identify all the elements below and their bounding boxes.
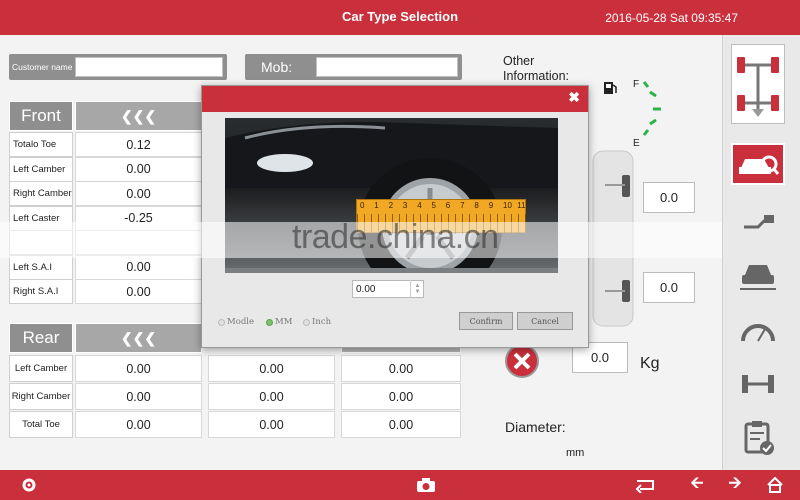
front-value-cell: 0.00 — [75, 156, 202, 182]
option-modle-label: Modle — [227, 317, 255, 327]
option-inch-label: Inch — [312, 317, 332, 327]
arrow-right-icon[interactable]: 🡪 — [724, 475, 746, 495]
front-right-value: 0.0 — [643, 182, 695, 213]
rear-value-cell: 0.00 — [341, 411, 461, 438]
rear-value-cell: 0.00 — [208, 355, 335, 382]
front-row-label: Totalo Toe — [9, 132, 73, 157]
front-column-header[interactable]: ❮❮❮ — [75, 101, 202, 131]
ruler-number: 2 — [388, 201, 394, 210]
delete-icon[interactable] — [498, 343, 546, 379]
rear-row-label: Right Camber — [9, 383, 73, 410]
option-modle[interactable]: Modle — [218, 317, 254, 327]
axle-icon[interactable] — [731, 363, 785, 405]
bottom-toolbar: 🡨 🡪 — [0, 470, 800, 500]
watermark: trade.china.cn — [292, 218, 499, 256]
rear-right-value: 0.0 — [643, 272, 695, 303]
front-row-label: Right S.A.I — [9, 279, 73, 304]
customer-name-input[interactable] — [75, 57, 223, 77]
mob-label: Mob: — [261, 59, 293, 75]
front-row-label: Left S.A.I — [9, 254, 73, 280]
clipboard-check-icon[interactable] — [731, 417, 785, 459]
option-mm-label: MM — [275, 317, 293, 327]
title-bar: Car Type Selection 2016-05-28 Sat 09:35:… — [0, 0, 800, 35]
ruler-number: 7 — [460, 201, 465, 210]
rear-value-cell: 0.00 — [75, 383, 202, 410]
arrow-left-icon[interactable]: 🡨 — [686, 475, 708, 495]
rear-value-cell: 0.00 — [208, 411, 335, 438]
front-row-label: Left Camber — [9, 156, 73, 182]
rear-value-cell: 0.00 — [75, 411, 202, 438]
return-icon[interactable] — [632, 475, 658, 495]
rear-value-cell: 0.00 — [208, 383, 335, 410]
front-value-cell: 0.00 — [75, 181, 202, 206]
double-chevron-left-icon: ❮❮❮ — [120, 329, 157, 346]
diameter-label: Diameter: — [505, 419, 566, 435]
front-value-cell: 0.00 — [75, 279, 202, 304]
dialog-header: ✖ — [202, 86, 588, 112]
ruler-number: 5 — [431, 201, 436, 210]
ruler-number: 11 — [517, 201, 526, 210]
sidebar — [722, 35, 800, 470]
car-search-icon[interactable] — [731, 143, 785, 185]
mob-group: Mob: — [245, 54, 462, 80]
stepper-down-icon[interactable]: ▼ — [415, 289, 421, 295]
ruler-number: 1 — [374, 201, 379, 210]
rear-column-header[interactable]: ❮❮❮ — [75, 323, 202, 353]
camera-icon[interactable] — [414, 475, 438, 495]
rear-value-cell: 0.00 — [75, 355, 202, 382]
rear-value-cell: 0.00 — [341, 355, 461, 382]
rear-row-label: Total Toe — [9, 411, 73, 438]
diameter-unit: mm — [566, 447, 585, 459]
ruler-number: 10 — [503, 201, 512, 210]
ruler-number: 8 — [474, 201, 479, 210]
customer-name-group: Customer name — [9, 54, 227, 80]
lift-icon[interactable] — [731, 201, 785, 243]
other-information-label: Other Information: — [503, 54, 570, 83]
wheel-alignment-icon[interactable] — [731, 44, 785, 124]
rear-value-cell: 0.00 — [341, 383, 461, 410]
car-front-icon[interactable] — [731, 255, 785, 297]
front-row-label: Right Camber — [9, 181, 73, 206]
option-inch[interactable]: Inch — [303, 317, 331, 327]
ruler-number: 4 — [417, 201, 422, 210]
gauge-ticks — [642, 81, 661, 136]
option-mm[interactable]: MM — [266, 317, 292, 327]
rear-row-label: Left Camber — [9, 355, 73, 382]
double-chevron-left-icon: ❮❮❮ — [120, 107, 157, 124]
weight-unit: Kg — [640, 355, 660, 372]
speedometer-icon[interactable] — [731, 309, 785, 351]
ruler-number: 3 — [402, 201, 408, 210]
fuel-pump-icon — [604, 82, 617, 94]
measure-dialog: ✖ 0 1 2 3 4 5 6 7 8 9 10 11 0.00 ▲ ▼ Mod… — [201, 85, 589, 348]
ruler-number: 6 — [445, 201, 451, 210]
stepper-arrows[interactable]: ▲ ▼ — [410, 280, 424, 298]
rear-header: Rear — [9, 323, 73, 353]
cancel-button[interactable]: Cancel — [517, 312, 573, 330]
ruler-number: 0 — [360, 201, 365, 210]
front-value-cell: 0.12 — [75, 132, 202, 157]
datetime-display: 2016-05-28 Sat 09:35:47 — [605, 11, 738, 25]
confirm-button[interactable]: Confirm — [459, 312, 513, 330]
home-icon[interactable] — [764, 475, 786, 495]
front-value-cell: 0.00 — [75, 254, 202, 280]
ruler-number: 9 — [488, 201, 494, 210]
customer-name-label: Customer name — [12, 62, 73, 72]
gauge-full-label: F — [633, 79, 640, 90]
front-header: Front — [9, 101, 73, 131]
gear-icon[interactable] — [18, 475, 40, 495]
mob-input[interactable] — [316, 57, 458, 77]
close-icon[interactable]: ✖ — [568, 89, 580, 106]
